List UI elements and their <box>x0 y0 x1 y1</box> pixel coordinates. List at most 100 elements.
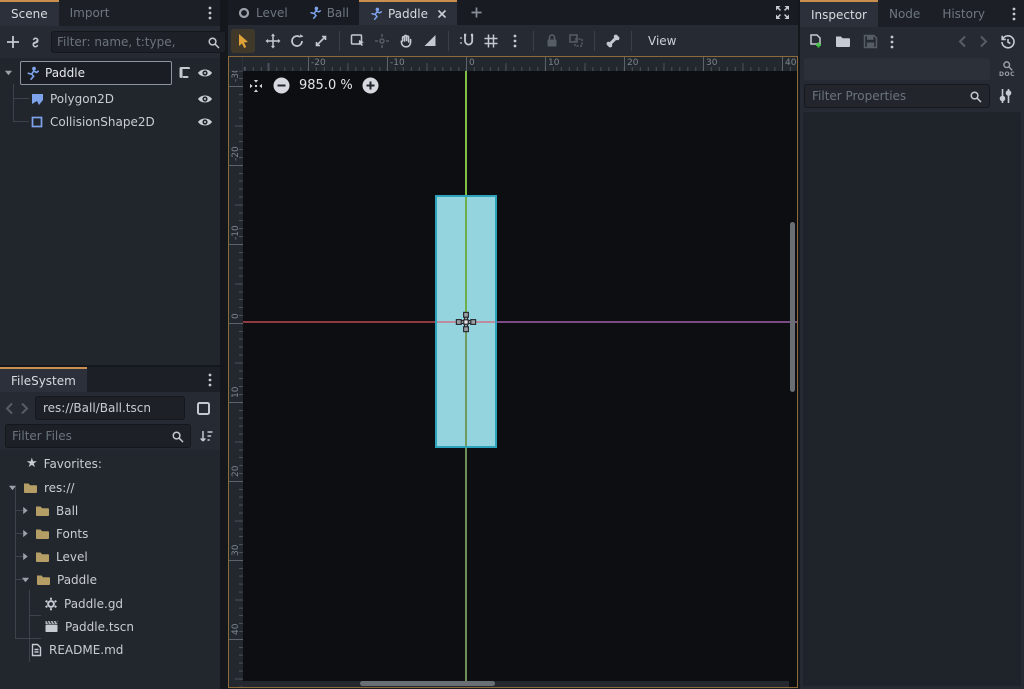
canvas-2d[interactable]: 985.0 % <box>243 71 797 687</box>
view-menu-button[interactable]: View <box>638 34 686 48</box>
move-pivot-tool-button[interactable] <box>370 29 394 53</box>
fs-item-paddle[interactable]: Paddle <box>0 568 220 591</box>
skeleton-bone-icon[interactable] <box>601 29 625 53</box>
split-mode-icon[interactable] <box>191 396 215 420</box>
filesystem-filter-input[interactable] <box>12 429 171 443</box>
tab-scene[interactable]: Scene <box>0 0 59 26</box>
new-scene-tab-icon[interactable] <box>457 0 496 25</box>
scene-filter-input[interactable] <box>57 35 207 49</box>
inspector-filter-input[interactable] <box>812 89 969 103</box>
scene-node-collisionshape2d-row[interactable]: CollisionShape2D <box>0 110 220 133</box>
v-scrollbar-thumb[interactable] <box>790 222 795 392</box>
caret-right-icon[interactable] <box>21 552 29 561</box>
search-docs-icon[interactable]: DOC <box>996 58 1018 80</box>
character-body-2d-icon <box>25 66 39 80</box>
zoom-out-button[interactable] <box>273 77 290 94</box>
filesystem-path-input[interactable] <box>35 396 185 420</box>
caret-right-icon[interactable] <box>21 506 29 515</box>
distraction-free-icon[interactable] <box>767 0 798 25</box>
tab-node[interactable]: Node <box>878 0 931 27</box>
scene-tab-ball[interactable]: Ball <box>298 0 359 25</box>
fs-item-favorites[interactable]: ★ Favorites: <box>0 452 220 475</box>
fs-item-readme[interactable]: README.md <box>0 638 220 661</box>
scene-tab-label: Paddle <box>388 7 428 21</box>
ruler-label: -20 <box>231 146 241 164</box>
attached-script-icon[interactable] <box>177 65 192 80</box>
snap-options-menu-icon[interactable] <box>503 29 527 53</box>
scene-dock: Scene Import Polygon2D <box>0 0 220 365</box>
vertical-ruler[interactable]: -30 -20 -10 0 10 20 30 40 <box>229 71 243 687</box>
visibility-eye-icon[interactable] <box>197 93 213 105</box>
collapse-caret-icon[interactable] <box>4 68 13 77</box>
zoom-in-button[interactable] <box>362 77 379 94</box>
add-node-button[interactable] <box>6 35 20 49</box>
instance-scene-button[interactable] <box>28 35 43 50</box>
tab-import[interactable]: Import <box>59 0 121 26</box>
viewport-frame: -20 -10 0 10 20 30 40 -30 -20 -10 0 10 2… <box>228 56 798 688</box>
fs-item-paddle-gd[interactable]: Paddle.gd <box>0 592 220 615</box>
fs-item-label: Paddle.tscn <box>65 620 134 634</box>
lock-object-icon[interactable] <box>540 29 564 53</box>
scene-node-paddle-row[interactable] <box>0 60 220 85</box>
h-scrollbar-track[interactable] <box>243 681 789 687</box>
fs-item-res[interactable]: res:// <box>0 476 220 499</box>
rotate-tool-button[interactable] <box>285 29 309 53</box>
pan-tool-button[interactable] <box>394 29 418 53</box>
scene-node-polygon2d-row[interactable]: Polygon2D <box>0 87 220 110</box>
tab-history[interactable]: History <box>931 0 996 27</box>
tab-filesystem[interactable]: FileSystem <box>0 367 87 392</box>
history-forward-icon[interactable] <box>20 402 29 415</box>
history-back-icon[interactable] <box>5 402 14 415</box>
resource-options-menu-icon[interactable] <box>890 34 894 50</box>
caret-down-icon[interactable] <box>21 575 30 584</box>
fs-item-ball[interactable]: Ball <box>0 499 220 522</box>
star-icon: ★ <box>26 456 38 471</box>
folder-icon <box>35 505 50 517</box>
property-tools-icon[interactable] <box>998 88 1013 104</box>
grid-snap-icon[interactable] <box>479 29 503 53</box>
ruler-tool-button[interactable] <box>418 29 442 53</box>
close-tab-icon[interactable] <box>437 9 447 19</box>
horizontal-ruler[interactable]: -20 -10 0 10 20 30 40 <box>243 57 797 71</box>
save-resource-icon[interactable] <box>863 34 878 49</box>
sort-files-icon[interactable] <box>197 429 215 443</box>
caret-right-icon[interactable] <box>21 529 29 538</box>
inspector-menu-icon[interactable] <box>1004 0 1024 27</box>
tab-inspector[interactable]: Inspector <box>800 0 878 27</box>
scene-dock-menu-icon[interactable] <box>200 0 220 26</box>
fs-item-fonts[interactable]: Fonts <box>0 522 220 545</box>
tab-scene-label: Scene <box>11 7 48 21</box>
fs-item-paddle-tscn[interactable]: Paddle.tscn <box>0 615 220 638</box>
node-rename-input[interactable] <box>45 66 167 80</box>
zoom-level-label[interactable]: 985.0 % <box>299 78 353 93</box>
scale-tool-button[interactable] <box>309 29 333 53</box>
load-resource-folder-icon[interactable] <box>835 35 851 48</box>
smart-snap-icon[interactable] <box>455 29 479 53</box>
object-history-icon[interactable] <box>1000 34 1016 50</box>
fs-item-label: README.md <box>49 643 123 657</box>
visibility-eye-icon[interactable] <box>197 67 213 79</box>
scene-tab-level[interactable]: Level <box>228 0 298 25</box>
ruler-label: 30 <box>231 545 241 559</box>
new-resource-icon[interactable] <box>808 34 823 49</box>
center-view-icon[interactable] <box>248 78 264 94</box>
move-tool-button[interactable] <box>261 29 285 53</box>
filesystem-dock: FileSystem ★ Favorites: res: <box>0 367 220 689</box>
scene-tab-paddle[interactable]: Paddle <box>359 0 457 25</box>
scene-tab-label: Level <box>256 6 288 20</box>
scene-filter-box <box>51 31 226 53</box>
filesystem-menu-icon[interactable] <box>200 367 220 392</box>
ruler-label: -20 <box>311 58 326 68</box>
list-select-tool-button[interactable] <box>346 29 370 53</box>
group-object-icon[interactable] <box>564 29 588 53</box>
fs-item-level[interactable]: Level <box>0 545 220 568</box>
h-scrollbar-thumb[interactable] <box>360 681 495 686</box>
select-tool-button[interactable] <box>231 29 255 53</box>
caret-down-icon[interactable] <box>8 483 17 492</box>
ruler-label: 40 <box>785 58 796 68</box>
transform-gizmo[interactable] <box>455 311 477 333</box>
history-forward-icon[interactable] <box>979 35 988 48</box>
history-back-icon[interactable] <box>958 35 967 48</box>
inspector-filter-box <box>804 84 990 108</box>
visibility-eye-icon[interactable] <box>197 116 213 128</box>
